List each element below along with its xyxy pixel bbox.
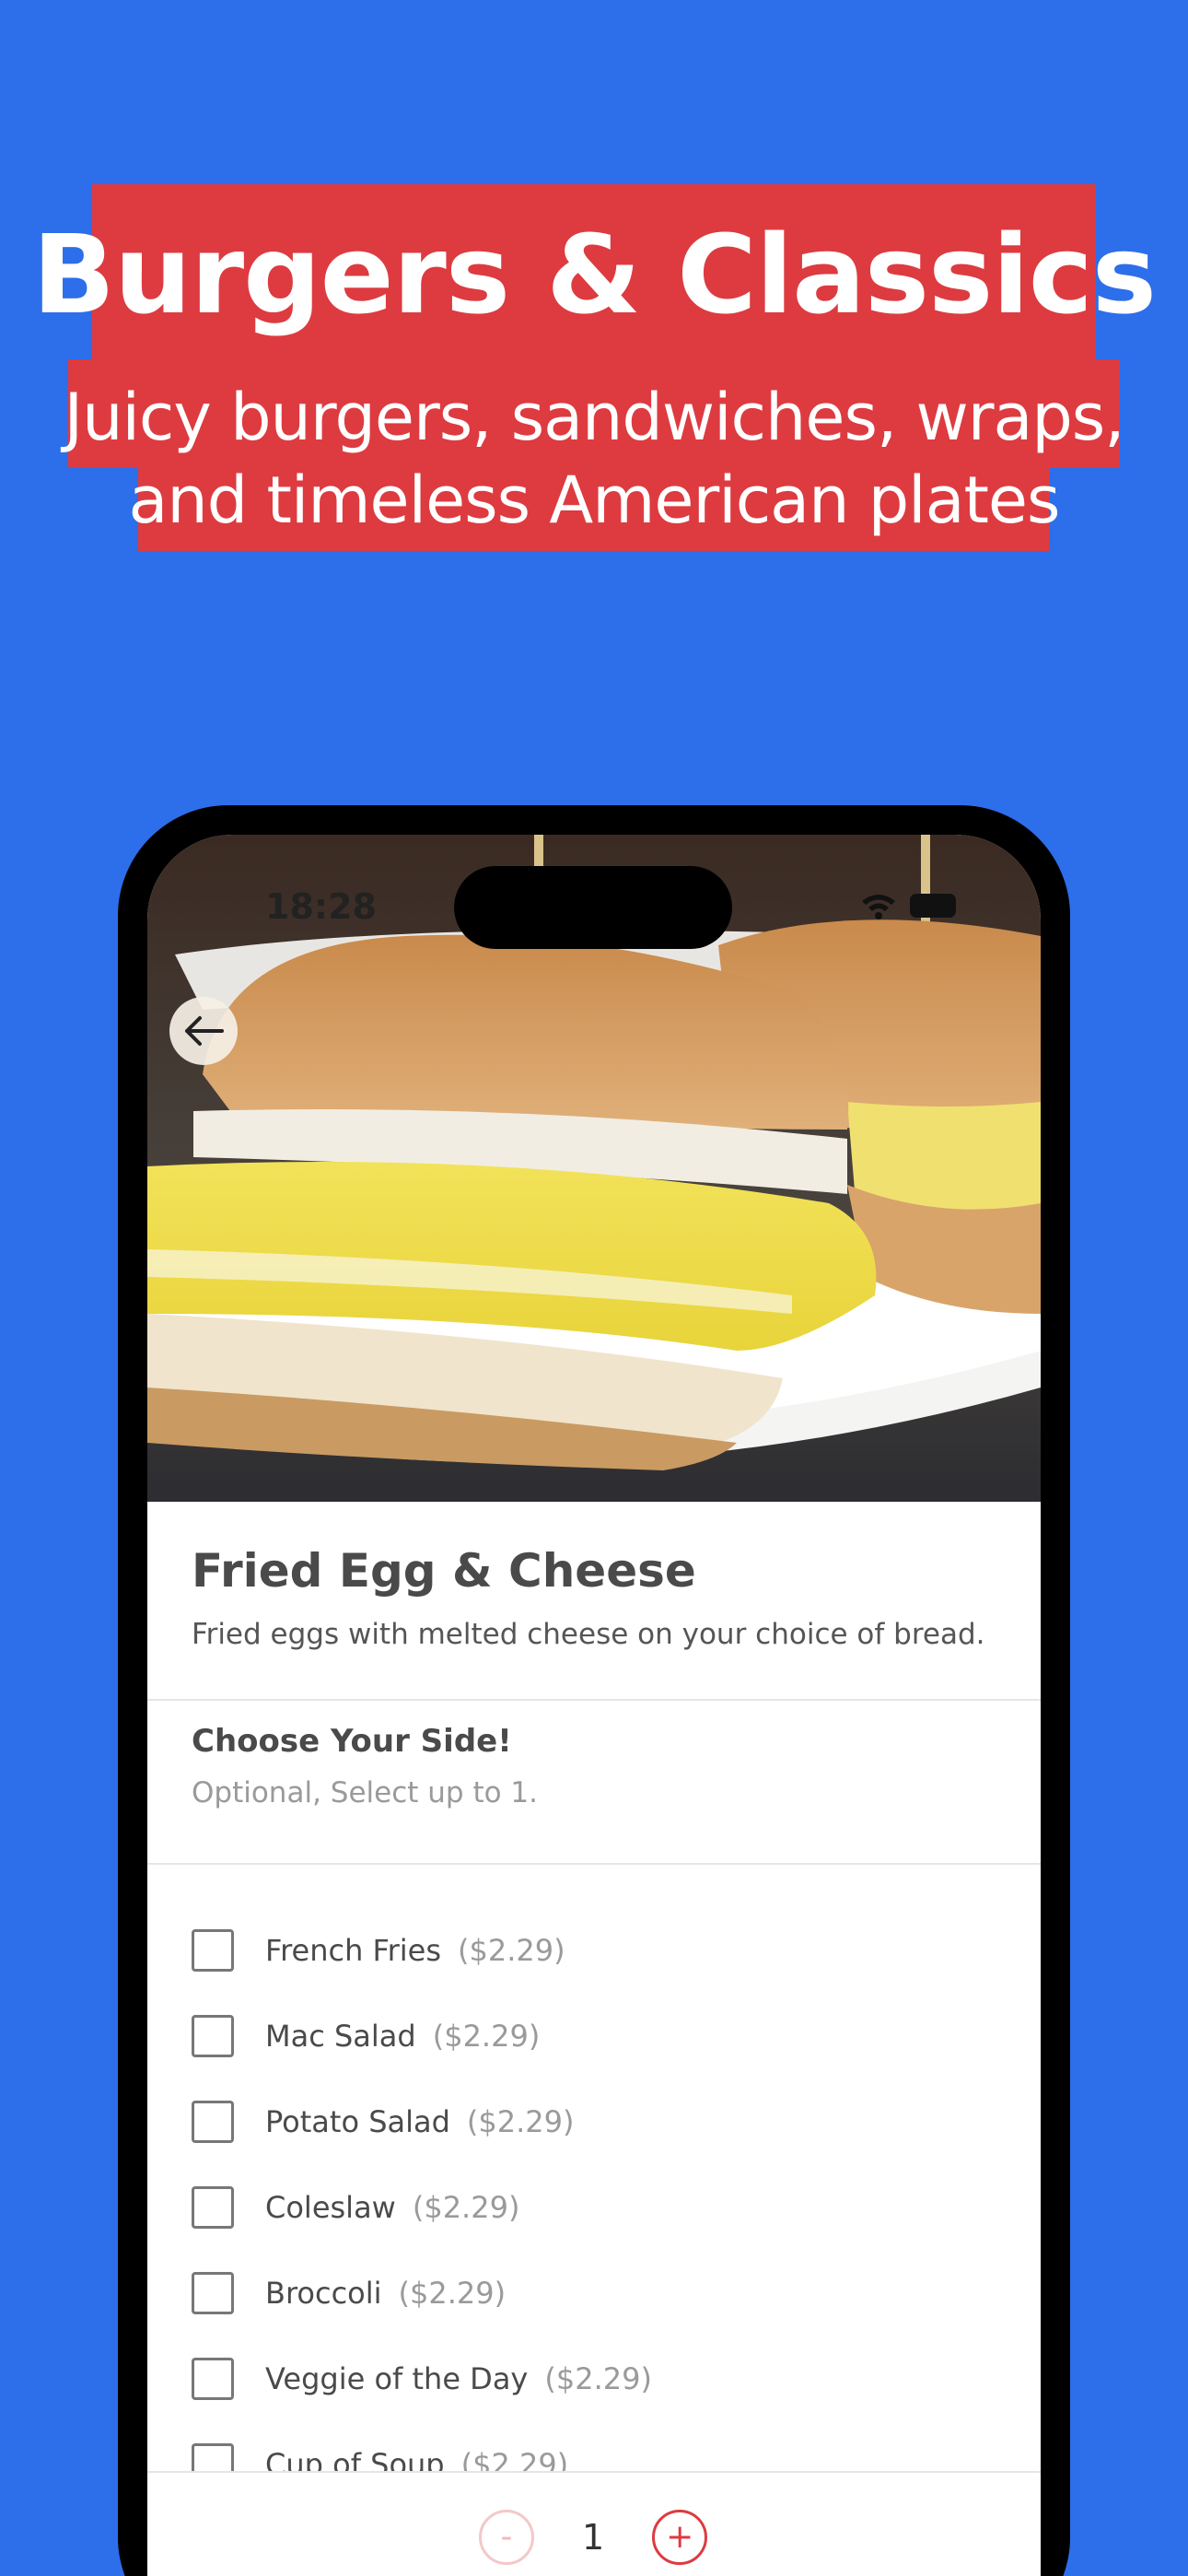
side-option-label: French Fries	[265, 1932, 442, 1968]
dynamic-island	[454, 866, 732, 949]
increase-quantity-button[interactable]: +	[652, 2510, 708, 2565]
decrease-quantity-button[interactable]: -	[479, 2510, 534, 2565]
banner-subtitle-line2: and timeless American plates	[128, 463, 1061, 538]
side-option[interactable]: Veggie of the Day ($2.29)	[192, 2336, 1002, 2421]
side-option-label: Veggie of the Day	[265, 2360, 529, 2396]
wifi-icon	[862, 895, 895, 919]
side-option[interactable]: Coleslaw ($2.29)	[192, 2164, 1002, 2250]
side-option-label: Potato Salad	[265, 2103, 450, 2139]
banner-title: Burgers & Classics	[32, 211, 1157, 338]
divider	[147, 1863, 1041, 1865]
status-time: 18:28	[265, 886, 377, 927]
side-option-label: Mac Salad	[265, 2018, 416, 2054]
side-option[interactable]: French Fries ($2.29)	[192, 1907, 1002, 1993]
side-option-price: ($2.29)	[466, 2103, 575, 2139]
phone-screen: 18:28 Fried Egg & Cheese Fried eggs with…	[147, 835, 1041, 2576]
side-option-label: Broccoli	[265, 2275, 382, 2311]
side-option-price: ($2.29)	[458, 1932, 565, 1968]
quantity-bar: - 1 +	[147, 2471, 1041, 2576]
side-option-price: ($2.29)	[398, 2275, 507, 2311]
checkbox[interactable]	[192, 2357, 234, 2400]
side-option[interactable]: Mac Salad ($2.29)	[192, 1993, 1002, 2078]
side-options-list: French Fries ($2.29) Mac Salad ($2.29) P…	[192, 1907, 1002, 2507]
checkbox[interactable]	[192, 2271, 234, 2314]
item-title: Fried Egg & Cheese	[192, 1544, 696, 1598]
checkbox[interactable]	[192, 2014, 234, 2057]
side-option[interactable]: Broccoli ($2.29)	[192, 2250, 1002, 2336]
checkbox[interactable]	[192, 1928, 234, 1972]
back-button[interactable]	[169, 997, 238, 1065]
quantity-value: 1	[582, 2517, 605, 2558]
checkbox[interactable]	[192, 2185, 234, 2229]
banner-subtitle-line1: Juicy burgers, sandwiches, wraps,	[64, 380, 1124, 455]
side-option-price: ($2.29)	[544, 2360, 652, 2396]
status-icons	[860, 892, 956, 919]
arrow-left-icon	[185, 1016, 224, 1046]
side-section-subtitle: Optional, Select up to 1.	[192, 1776, 538, 1809]
checkbox[interactable]	[192, 2100, 234, 2143]
banner-subtitle: Juicy burgers, sandwiches, wraps, and ti…	[0, 376, 1188, 542]
side-option-price: ($2.29)	[412, 2189, 520, 2225]
side-option-label: Coleslaw	[265, 2189, 396, 2225]
item-description: Fried eggs with melted cheese on your ch…	[192, 1618, 985, 1651]
side-section-title: Choose Your Side!	[192, 1723, 512, 1760]
divider	[147, 1699, 1041, 1701]
battery-icon	[910, 894, 956, 918]
phone-frame: 18:28 Fried Egg & Cheese Fried eggs with…	[118, 805, 1070, 2576]
quantity-stepper: - 1 +	[479, 2510, 708, 2565]
side-option-price: ($2.29)	[432, 2018, 541, 2054]
side-option[interactable]: Potato Salad ($2.29)	[192, 2078, 1002, 2164]
